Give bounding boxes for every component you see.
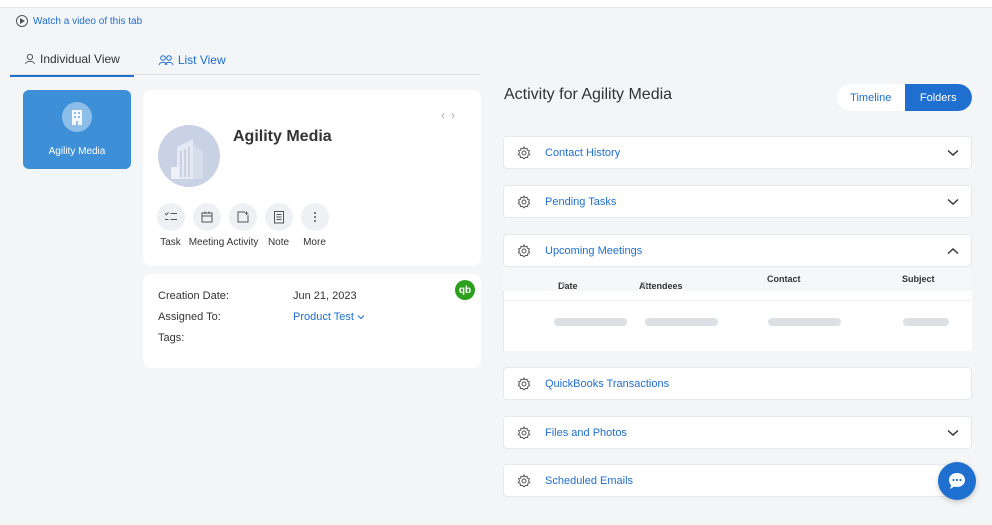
panel-title: Pending Tasks [545, 196, 617, 208]
activity-view-toggle: Timeline Folders [837, 84, 972, 111]
panel-scheduled-emails[interactable]: Scheduled Emails [503, 464, 972, 497]
building-icon [171, 139, 203, 179]
more-vertical-icon [313, 212, 316, 222]
creation-date-row: Creation Date: Jun 21, 2023 [158, 290, 357, 302]
record-navigation: ‹› [441, 108, 461, 122]
panel-contact-history[interactable]: Contact History [503, 136, 972, 169]
task-checklist-icon [164, 211, 177, 220]
company-card-name: Agility Media [48, 146, 106, 157]
prev-record-icon[interactable]: ‹ [441, 108, 451, 122]
note-action-button[interactable]: Note [264, 203, 293, 248]
chevron-down-icon [947, 429, 959, 436]
chevron-down-icon [947, 149, 959, 156]
gear-icon [517, 474, 531, 488]
company-avatar [158, 125, 220, 187]
quick-actions: Task Meeting Activity Note More [156, 203, 329, 248]
panel-title: Files and Photos [545, 427, 627, 439]
chevron-down-icon [357, 315, 365, 320]
gear-icon [517, 377, 531, 391]
activity-action-label: Activity [226, 237, 259, 248]
top-bar [0, 0, 992, 8]
chevron-down-icon [947, 198, 959, 205]
assigned-to-value: Product Test [293, 311, 354, 323]
folders-toggle[interactable]: Folders [904, 84, 972, 111]
meeting-action-label: Meeting [188, 237, 225, 248]
timeline-toggle[interactable]: Timeline [837, 84, 905, 111]
tab-individual-label: Individual View [40, 52, 120, 66]
tags-label: Tags: [158, 332, 185, 344]
activity-action-button[interactable]: Activity [226, 203, 259, 248]
gear-icon [517, 195, 531, 209]
assigned-to-dropdown[interactable]: Product Test [293, 311, 365, 323]
chat-button[interactable] [938, 462, 976, 500]
building-icon [62, 102, 92, 132]
task-action-label: Task [160, 237, 181, 248]
meeting-action-button[interactable]: Meeting [189, 203, 224, 248]
meetings-table-header: Date ⇅ Attendees ⇅ Contact Subject [503, 267, 972, 291]
tags-row: Tags: [158, 332, 293, 344]
gear-icon [517, 244, 531, 258]
chat-bubble-icon [949, 473, 965, 489]
panel-quickbooks-transactions[interactable]: QuickBooks Transactions [503, 367, 972, 400]
more-action-label: More [303, 237, 326, 248]
more-action-button[interactable]: More [300, 203, 329, 248]
sort-icon: ⇅ [561, 282, 567, 289]
person-icon [25, 53, 35, 65]
panel-title: QuickBooks Transactions [545, 378, 670, 390]
company-card-selected[interactable]: Agility Media [23, 90, 131, 169]
tab-list-label: List View [177, 53, 226, 67]
panel-title: Contact History [545, 147, 621, 159]
loading-skeleton [903, 318, 949, 326]
next-record-icon[interactable]: › [451, 108, 461, 122]
loading-skeleton [645, 318, 718, 326]
quickbooks-icon[interactable]: qb [455, 280, 475, 300]
play-icon [16, 15, 28, 27]
row-divider [504, 300, 971, 301]
calendar-icon [201, 211, 212, 223]
tab-list-view[interactable]: List View [144, 46, 240, 77]
assigned-to-label: Assigned To: [158, 311, 221, 323]
activity-title: Activity for Agility Media [504, 86, 673, 103]
panel-title: Upcoming Meetings [545, 245, 643, 257]
panel-title: Scheduled Emails [545, 475, 634, 487]
watch-video-label: Watch a video of this tab [33, 15, 143, 27]
creation-date-label: Creation Date: [158, 290, 229, 302]
panel-files-and-photos[interactable]: Files and Photos [503, 416, 972, 449]
view-tabs: Individual View List View [10, 46, 240, 77]
gear-icon [517, 426, 531, 440]
meetings-loading-area [503, 291, 972, 351]
task-action-button[interactable]: Task [156, 203, 185, 248]
group-icon [158, 55, 174, 66]
tab-individual-view[interactable]: Individual View [10, 46, 134, 77]
company-details-card: qb Creation Date: Jun 21, 2023 Assigned … [143, 274, 481, 368]
tab-divider [10, 74, 480, 75]
column-contact[interactable]: Contact [767, 274, 801, 284]
watch-video-link[interactable]: Watch a video of this tab [16, 15, 142, 27]
loading-skeleton [768, 318, 841, 326]
company-profile-card: ‹› Agility Media Task Meeting Activity N… [143, 90, 481, 266]
chevron-up-icon [947, 248, 959, 255]
column-subject[interactable]: Subject [902, 274, 935, 284]
assigned-to-row: Assigned To: Product Test [158, 311, 365, 323]
creation-date-value: Jun 21, 2023 [293, 290, 357, 302]
company-name: Agility Media [233, 128, 332, 145]
panel-upcoming-meetings[interactable]: Upcoming Meetings [503, 234, 972, 267]
sort-icon: ⇅ [642, 282, 648, 289]
panel-pending-tasks[interactable]: Pending Tasks [503, 185, 972, 218]
activity-icon [237, 211, 248, 223]
loading-skeleton [554, 318, 627, 326]
note-action-label: Note [267, 237, 290, 248]
note-icon [273, 211, 284, 224]
gear-icon [517, 146, 531, 160]
